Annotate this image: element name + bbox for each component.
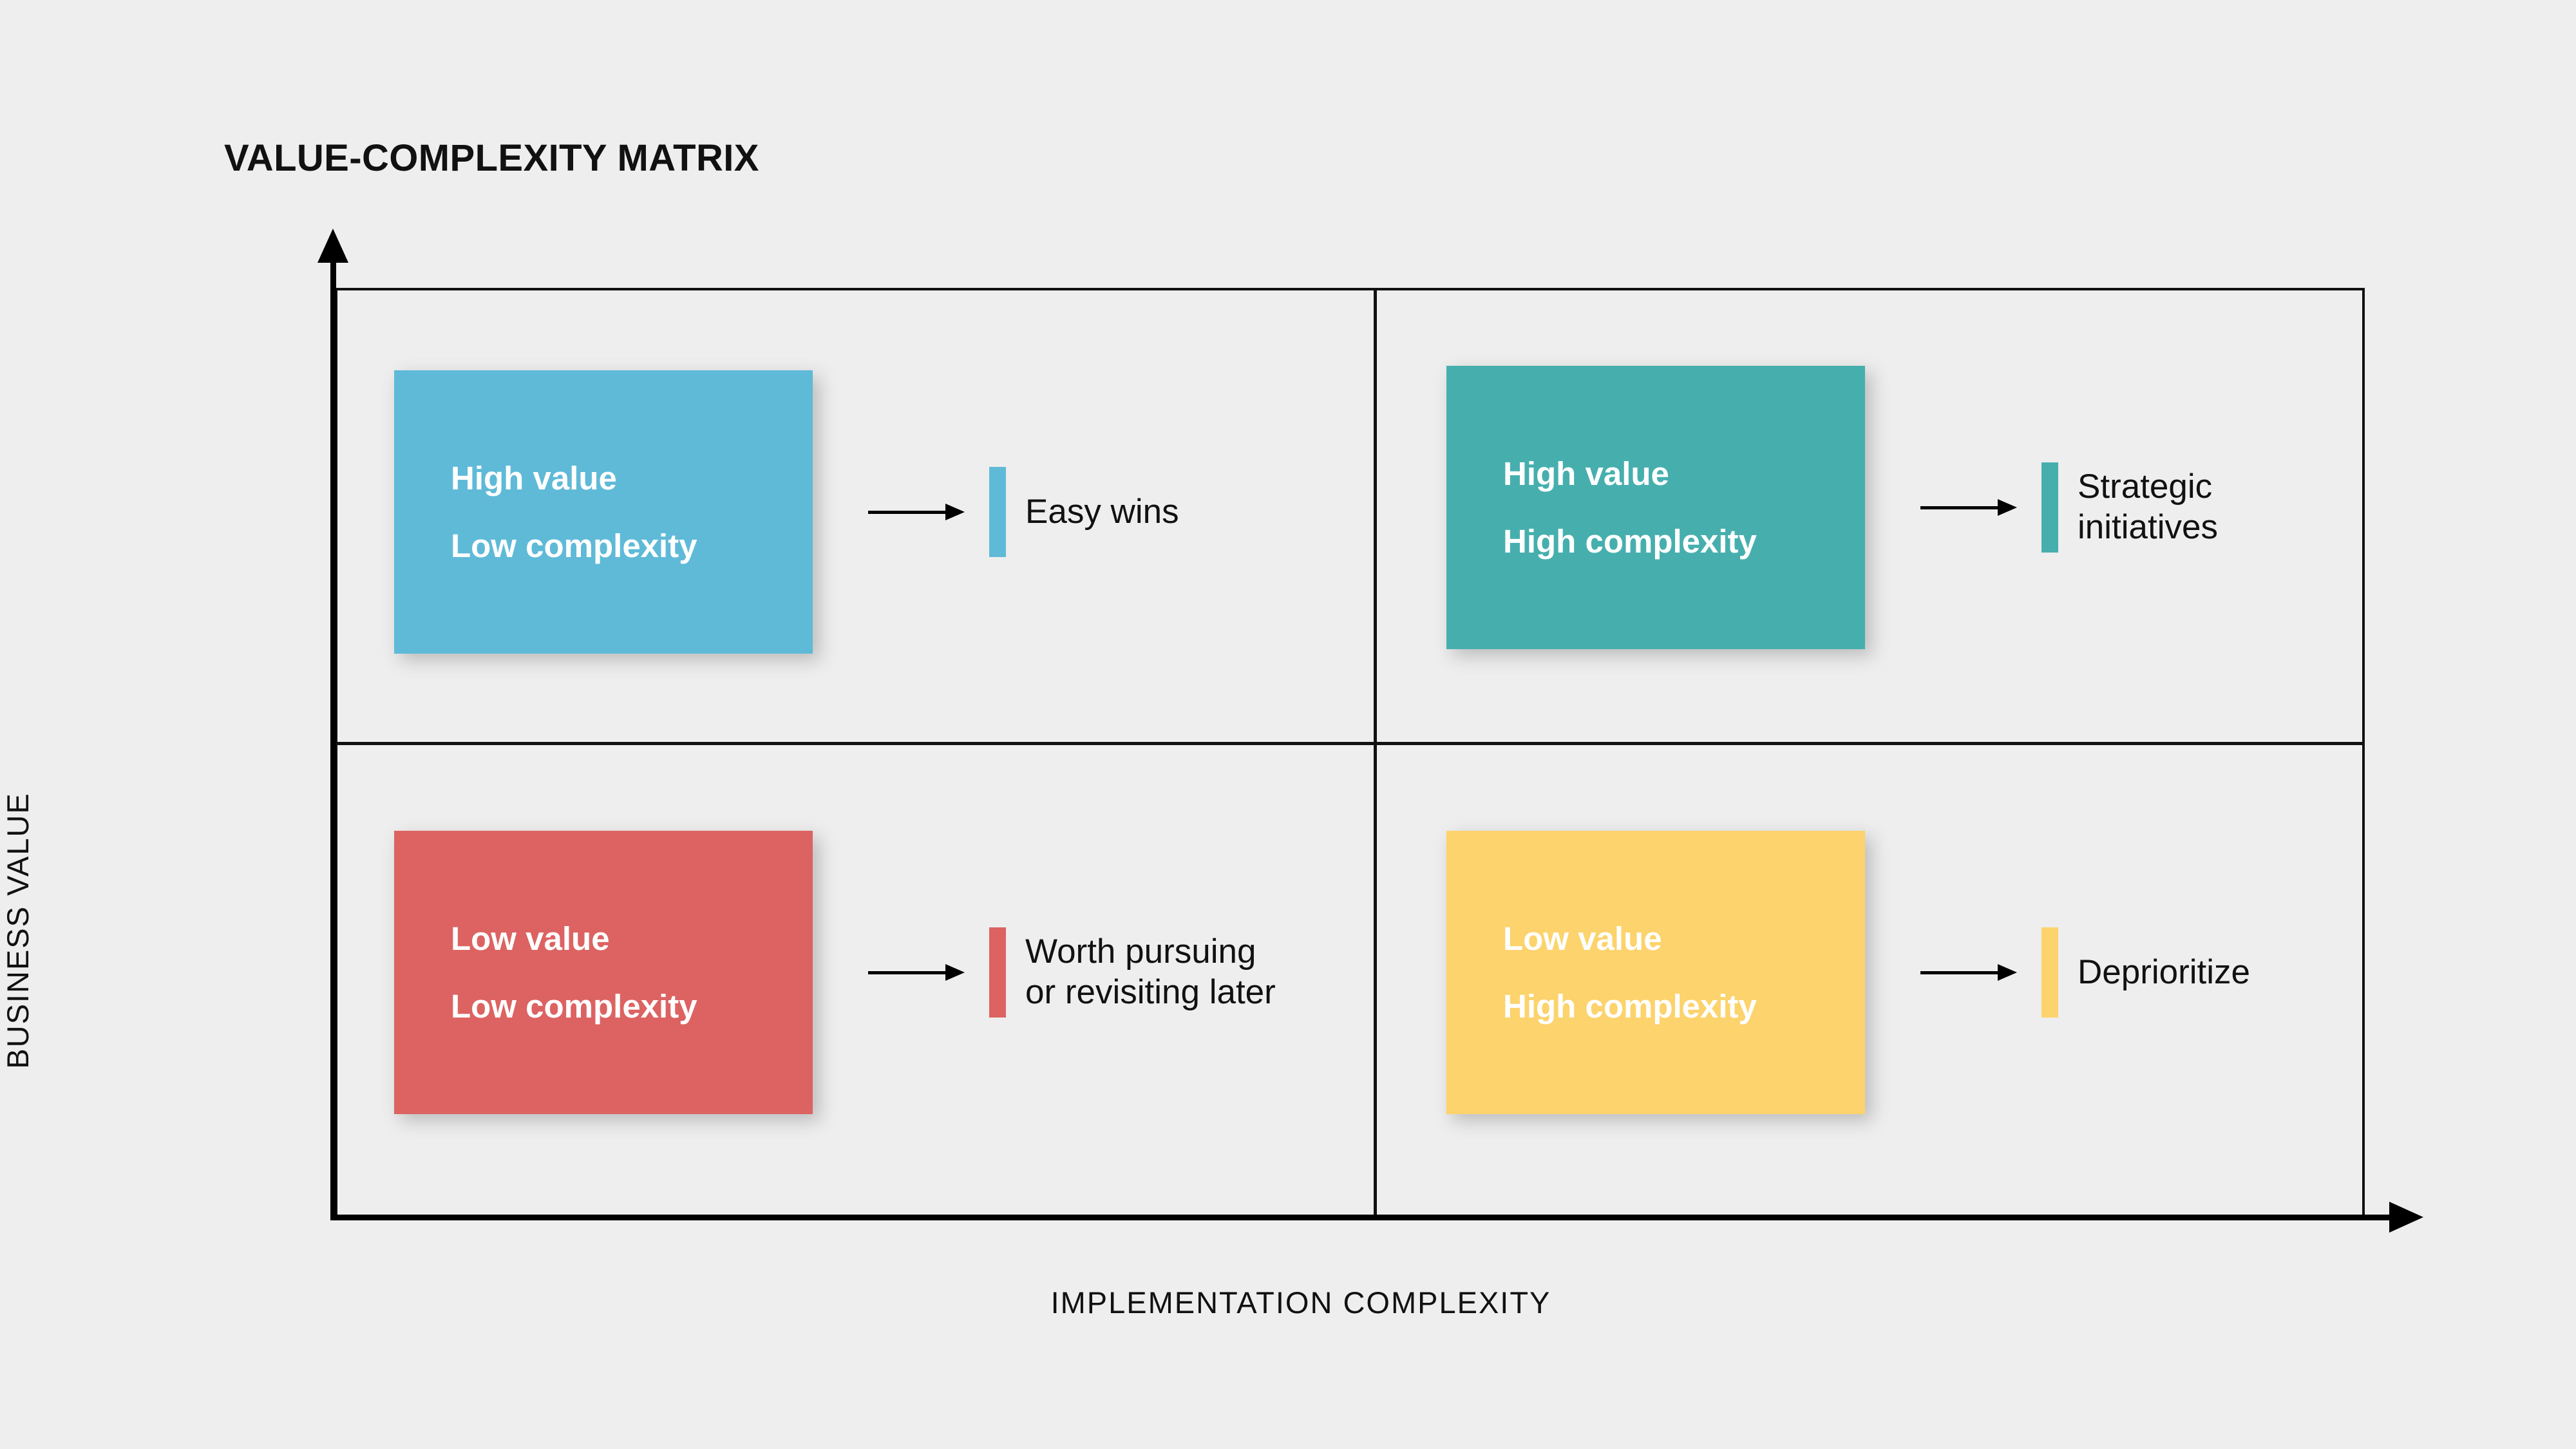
quadrant-bottom-left: Low value Low complexity Worth pursuing … <box>394 831 1276 1114</box>
quadrant-box-worth-pursuing: Low value Low complexity <box>394 831 813 1114</box>
quadrant-complexity-label: High complexity <box>1503 988 1757 1025</box>
outcome-deprioritize: Deprioritize <box>2041 927 2250 1018</box>
outcome-label: Worth pursuing or revisiting later <box>1025 933 1276 1011</box>
x-axis-label: IMPLEMENTATION COMPLEXITY <box>1050 1285 1551 1320</box>
quadrant-connector: Worth pursuing or revisiting later <box>868 927 1276 1018</box>
quadrant-value-label: Low value <box>1503 920 1662 957</box>
outcome-color-bar <box>2041 927 2058 1018</box>
arrow-right-icon <box>868 504 965 520</box>
arrow-right-icon <box>868 964 965 981</box>
outcome-color-bar <box>2041 462 2058 553</box>
y-axis-arrow-icon <box>317 229 348 263</box>
x-axis-arrow-icon <box>2389 1202 2423 1233</box>
quadrant-value-label: High value <box>1503 455 1669 492</box>
outcome-easy-wins: Easy wins <box>989 467 1179 557</box>
quadrant-box-deprioritize: Low value High complexity <box>1446 831 1865 1114</box>
x-axis-line <box>330 1215 2401 1220</box>
page-title: VALUE-COMPLEXITY MATRIX <box>224 137 759 179</box>
quadrant-divider-vertical <box>1374 288 1377 1217</box>
arrow-right-icon <box>1920 499 2017 516</box>
outcome-label: Deprioritize <box>2078 952 2251 991</box>
outcome-label: Easy wins <box>1025 492 1179 531</box>
quadrant-value-label: Low value <box>451 920 610 957</box>
quadrant-box-strategic-initiatives: High value High complexity <box>1446 366 1865 649</box>
quadrant-divider-horizontal <box>335 742 2365 745</box>
quadrant-box-easy-wins: High value Low complexity <box>394 370 813 654</box>
quadrant-connector: Deprioritize <box>1920 927 2250 1018</box>
quadrant-top-right: High value High complexity Strategic ini… <box>1446 366 2218 649</box>
y-axis-label: BUSINESS VALUE <box>1 792 35 1069</box>
quadrant-complexity-label: Low complexity <box>451 988 697 1025</box>
y-axis-line <box>330 258 336 1220</box>
quadrant-value-label: High value <box>451 460 617 497</box>
quadrant-connector: Strategic initiatives <box>1920 462 2218 553</box>
quadrant-complexity-label: High complexity <box>1503 523 1757 560</box>
outcome-color-bar <box>989 467 1006 557</box>
quadrant-bottom-right: Low value High complexity Deprioritize <box>1446 831 2250 1114</box>
outcome-label: Strategic initiatives <box>2078 468 2218 546</box>
value-complexity-matrix-diagram: VALUE-COMPLEXITY MATRIX BUSINESS VALUE I… <box>0 0 2576 1449</box>
outcome-strategic-initiatives: Strategic initiatives <box>2041 462 2218 553</box>
quadrant-top-left: High value Low complexity Easy wins <box>394 370 1179 654</box>
arrow-right-icon <box>1920 964 2017 981</box>
outcome-worth-pursuing: Worth pursuing or revisiting later <box>989 927 1276 1018</box>
quadrant-complexity-label: Low complexity <box>451 527 697 564</box>
outcome-color-bar <box>989 927 1006 1018</box>
quadrant-connector: Easy wins <box>868 467 1179 557</box>
